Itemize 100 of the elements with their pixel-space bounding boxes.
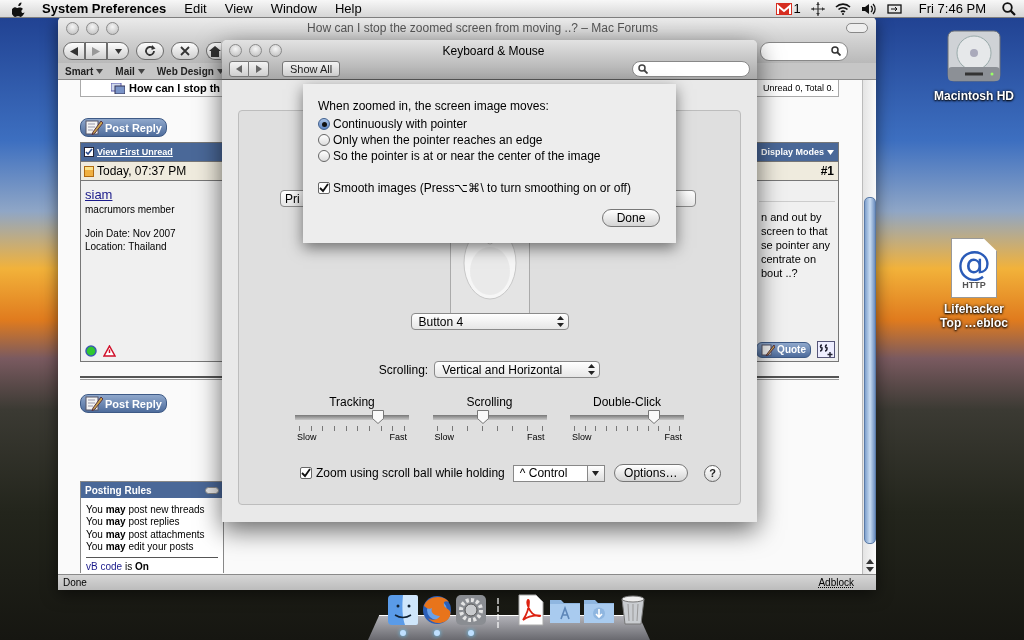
slider-min-label: Slow xyxy=(434,432,454,442)
radio-label: So the pointer is at or near the center of the image xyxy=(333,149,601,163)
toolbar-toggle-button[interactable] xyxy=(846,23,868,33)
menu-item[interactable]: Edit xyxy=(175,1,216,16)
post-reply-button[interactable]: Post Reply xyxy=(80,118,167,137)
menu-clock[interactable]: Fri 7:46 PM xyxy=(918,1,986,16)
display-modes-menu[interactable]: Display Modes xyxy=(760,147,834,157)
vb-code-link[interactable]: vB code xyxy=(86,561,123,573)
slider-label: Tracking xyxy=(329,395,375,409)
display-icon[interactable] xyxy=(886,2,903,15)
web-location-file-icon[interactable]: @ HTTP xyxy=(951,238,997,298)
hard-drive-icon xyxy=(945,27,1003,85)
zoom-checkbox[interactable] xyxy=(300,467,312,479)
posting-rule: You may edit your posts xyxy=(86,540,195,554)
posting-rule: You may post new threads xyxy=(86,504,206,517)
posting-rule: You may post attachments xyxy=(86,528,206,541)
multi-quote-icon[interactable] xyxy=(817,341,835,358)
minimize-button[interactable] xyxy=(86,21,99,35)
history-menu-button[interactable] xyxy=(107,42,129,60)
vb-code-status: vB code is On xyxy=(86,561,150,574)
thread-stats: Unread 0, Total 0. xyxy=(763,83,834,93)
slider-thumb[interactable] xyxy=(477,410,490,424)
crosshair-icon[interactable] xyxy=(810,1,825,16)
stop-icon xyxy=(180,46,190,56)
slider-thumb[interactable] xyxy=(647,410,660,424)
unread-count: 1 xyxy=(793,1,801,16)
post-text-line: n and out by xyxy=(761,210,823,224)
window-title: How can I stop the zoomed screen from moving ..? – Mac Forums xyxy=(306,21,659,35)
slider-min-label: Slow xyxy=(572,432,592,442)
gear-icon[interactable] xyxy=(455,594,488,626)
done-button[interactable]: Done xyxy=(602,209,660,227)
scroll-up-arrow-icon[interactable] xyxy=(865,558,874,565)
reload-button[interactable] xyxy=(136,42,164,60)
radio-button[interactable] xyxy=(318,118,330,130)
app-menu[interactable]: System Preferences xyxy=(42,1,167,16)
search-icon xyxy=(638,64,648,74)
collapse-icon[interactable] xyxy=(205,486,219,494)
radio-button[interactable] xyxy=(318,150,330,162)
view-first-unread-link[interactable]: View First Unread xyxy=(84,147,173,157)
search-field[interactable] xyxy=(632,61,750,77)
home-icon xyxy=(209,45,221,57)
close-button[interactable] xyxy=(229,44,242,57)
modifier-key-dropdown[interactable]: ^ Control xyxy=(512,464,605,482)
close-button[interactable] xyxy=(66,21,79,35)
caret-icon xyxy=(827,149,834,155)
scrolling-popup[interactable]: Vertical and Horizontal xyxy=(434,361,601,378)
home-button[interactable] xyxy=(206,42,221,60)
help-button[interactable]: ? xyxy=(704,464,721,482)
post-text-line: screen to that xyxy=(761,224,829,238)
search-field[interactable] xyxy=(760,41,848,61)
stop-button[interactable] xyxy=(171,42,199,60)
post-reply-button[interactable]: Post Reply xyxy=(80,394,167,413)
forward-button[interactable] xyxy=(85,42,107,60)
bookmark-menu[interactable]: Mail xyxy=(115,65,145,77)
post-number[interactable]: #1 xyxy=(820,164,834,178)
scrollbar-thumb[interactable] xyxy=(863,197,876,544)
menu-item[interactable]: View xyxy=(215,1,262,16)
back-button[interactable] xyxy=(229,61,249,77)
menu-item[interactable]: Help xyxy=(325,1,371,16)
face-icon[interactable] xyxy=(386,594,419,626)
options-button[interactable]: Options… xyxy=(613,464,688,482)
scrolling-label: Scrolling: xyxy=(378,362,429,377)
username-link[interactable]: siam xyxy=(85,187,225,202)
caret-icon xyxy=(137,68,145,74)
adblock-link[interactable]: Adblock xyxy=(818,577,854,588)
zoom-button[interactable] xyxy=(269,44,282,57)
search-icon[interactable] xyxy=(1002,1,1016,16)
slider-thumb[interactable] xyxy=(371,410,384,424)
bookmark-menu[interactable]: Smart xyxy=(65,65,104,77)
globe-icon[interactable] xyxy=(421,594,453,626)
sheet-prompt: When zoomed in, the screen image moves: xyxy=(318,99,550,113)
popup-button[interactable]: Button 4 xyxy=(410,313,569,330)
user-title: macrumors member xyxy=(85,204,176,215)
checkbox-label: Smooth images (Press⌥⌘\ to turn smoothing on or off) xyxy=(333,181,631,195)
mail-icon[interactable] xyxy=(775,2,792,15)
scroll-down-arrow-icon[interactable] xyxy=(865,565,874,574)
posts-icon xyxy=(111,82,125,94)
post-text-line: centrate on xyxy=(761,252,818,266)
smooth-images-checkbox[interactable] xyxy=(318,182,330,194)
zoom-button[interactable] xyxy=(106,21,119,35)
desktop-icon-label[interactable]: Macintosh HD xyxy=(934,89,1014,103)
search-icon xyxy=(831,46,841,56)
minimize-button[interactable] xyxy=(249,44,262,57)
back-button[interactable] xyxy=(63,42,85,60)
scrollbar[interactable] xyxy=(862,80,876,574)
wifi-icon[interactable] xyxy=(834,2,851,15)
menu-item[interactable]: Window xyxy=(261,1,326,16)
forward-button[interactable] xyxy=(249,61,269,77)
apple-icon[interactable] xyxy=(12,0,26,17)
user-location: Location: Thailand xyxy=(85,241,168,252)
thread-title: How can I stop th xyxy=(129,82,221,94)
warning-icon[interactable] xyxy=(103,345,116,357)
radio-button[interactable] xyxy=(318,134,330,146)
volume-icon[interactable] xyxy=(860,2,877,15)
posting-rule: You may post replies xyxy=(86,516,181,529)
up-down-arrows-icon xyxy=(588,364,596,375)
slider-min-label: Slow xyxy=(297,432,317,442)
checkmark-icon xyxy=(319,183,329,193)
show-all-button[interactable]: Show All xyxy=(282,61,341,77)
back-arrow-icon xyxy=(236,65,242,73)
